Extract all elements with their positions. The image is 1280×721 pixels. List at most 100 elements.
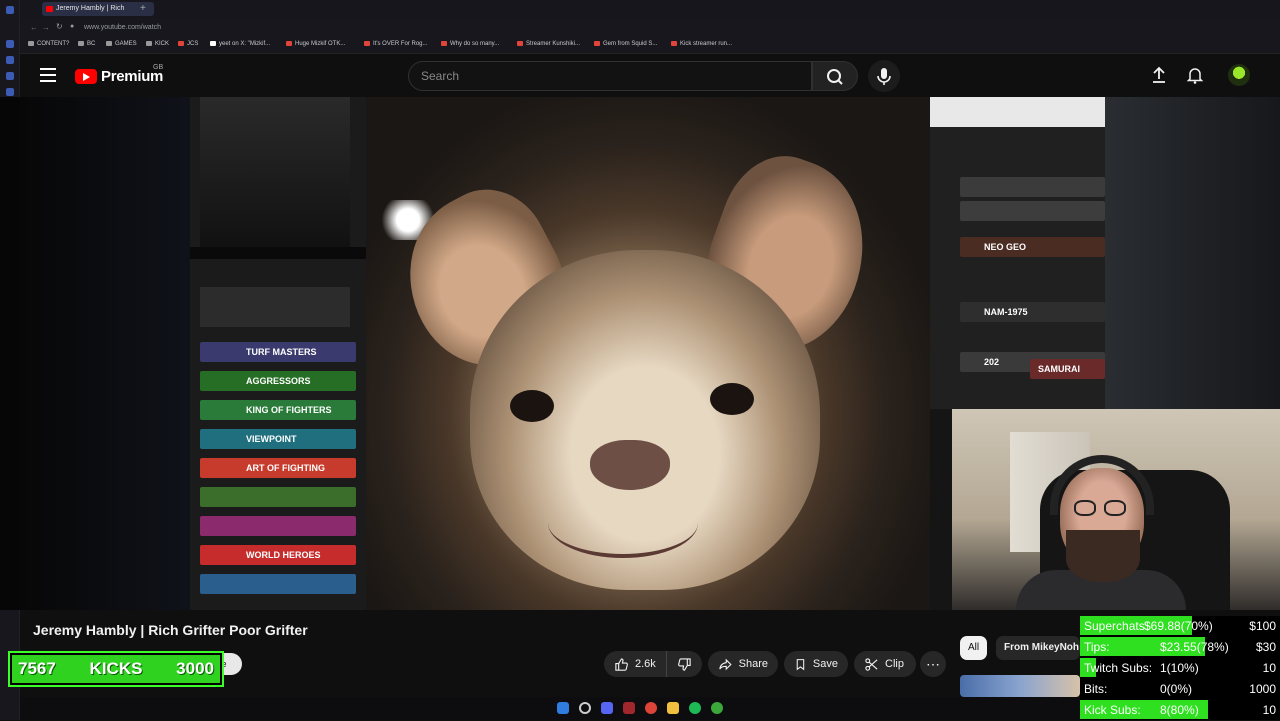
back-icon[interactable]: ← <box>30 23 38 32</box>
dog-eye-right <box>710 383 754 415</box>
sidebar-app-icon[interactable] <box>6 56 14 64</box>
youtube-play-icon <box>75 68 97 84</box>
share-label: Share <box>738 658 768 670</box>
recommended-video-thumbnail[interactable] <box>960 675 1080 697</box>
donation-goal-value: 0(0%) <box>1160 682 1193 696</box>
save-button[interactable]: Save <box>784 651 848 677</box>
donation-goal-row: Bits: 0(0%) 1000 <box>1080 679 1280 700</box>
spotify-icon[interactable] <box>689 702 701 714</box>
glasses-lens <box>1104 500 1126 516</box>
tab-bar <box>20 0 1280 18</box>
bookmark-item[interactable]: CONTENT? <box>28 41 69 47</box>
microphone-icon <box>877 68 891 85</box>
voice-search-button[interactable] <box>868 60 900 92</box>
taskbar <box>20 697 1080 720</box>
youtube-logo[interactable]: Premium GB <box>75 64 163 86</box>
like-button[interactable]: 2.6k <box>604 651 666 677</box>
bookmark-icon <box>796 658 805 670</box>
forward-icon[interactable]: → <box>42 23 50 32</box>
address-bar: ← → ↻ ● <box>20 18 1280 38</box>
new-tab-icon[interactable]: + <box>140 3 146 14</box>
donation-goal-value: 1(10%) <box>1160 661 1199 675</box>
donation-goal-row: Superchats $69.88(70%) $100 <box>1080 616 1280 637</box>
chip-from-channel[interactable]: From MikeyNoh <box>996 636 1080 660</box>
chip-all[interactable]: All <box>960 636 988 660</box>
app-taskbar-icon[interactable] <box>623 702 635 714</box>
browser-taskbar-icon[interactable] <box>645 702 657 714</box>
donation-goal-label: Superchats <box>1084 619 1145 633</box>
video-frame-shelf-right: NEO GEO NAM-1975 202 SAMURAI <box>930 97 1105 409</box>
url-field[interactable]: www.youtube.com/watch <box>84 24 161 31</box>
browser-logo-icon[interactable] <box>6 6 14 14</box>
kicks-goal: 3000 <box>176 659 214 678</box>
hamburger-menu-icon[interactable] <box>40 68 56 82</box>
account-avatar[interactable] <box>1228 64 1250 86</box>
dog-eye-left <box>510 390 554 422</box>
upload-icon[interactable] <box>1150 66 1168 89</box>
bookmark-item[interactable]: Kick streamer run... <box>671 41 732 47</box>
search-taskbar-icon[interactable] <box>579 702 591 714</box>
clip-button[interactable]: Clip <box>854 651 916 677</box>
streamer-beard <box>1066 530 1140 582</box>
notifications-bell-icon[interactable] <box>1186 66 1204 89</box>
donation-goal-row: Kick Subs: 8(80%) 10 <box>1080 700 1280 721</box>
search-icon <box>827 69 843 85</box>
sidebar-app-icon[interactable] <box>6 72 14 80</box>
game-box <box>200 487 356 507</box>
donation-goal-value: $69.88(70%) <box>1144 619 1213 633</box>
clip-label: Clip <box>885 658 904 670</box>
share-button[interactable]: Share <box>708 651 778 677</box>
game-box: NEO GEO <box>960 237 1105 257</box>
scissors-icon <box>865 657 878 671</box>
youtube-favicon-icon <box>46 6 53 12</box>
reload-icon[interactable]: ↻ <box>56 22 63 31</box>
donation-goal-row: Twitch Subs: 1(10%) 10 <box>1080 658 1280 679</box>
bookmark-item[interactable]: Huge Mizkif OTK... <box>286 41 345 47</box>
game-box: VIEWPOINT <box>200 429 356 449</box>
kicks-goal-bar: 7567 KICKS 3000 <box>12 655 220 683</box>
game-box <box>200 516 356 536</box>
thumbs-down-icon <box>678 657 691 671</box>
bookmark-item[interactable]: GAMES <box>106 41 137 47</box>
donation-goal-label: Tips: <box>1084 640 1110 654</box>
kicks-current: 7567 <box>18 659 56 678</box>
bookmark-item[interactable]: Streamer Kunshiki... <box>517 41 580 47</box>
dislike-button[interactable] <box>666 651 702 677</box>
video-frame-shelf-lower <box>930 409 952 610</box>
bookmark-item[interactable]: JCS <box>178 41 198 47</box>
xbox-icon[interactable] <box>711 702 723 714</box>
windows-start-icon[interactable] <box>557 702 569 714</box>
tab-title: Jeremy Hambly | Rich <box>56 5 125 12</box>
more-horizontal-icon: ⋯ <box>926 655 940 672</box>
glasses-lens <box>1074 500 1096 516</box>
more-actions-button[interactable]: ⋯ <box>920 651 946 677</box>
share-icon <box>719 658 732 670</box>
bookmark-item[interactable]: KICK <box>146 41 169 47</box>
search-input[interactable]: Search <box>408 61 812 91</box>
video-backdrop-right <box>1105 97 1280 409</box>
donation-goal-target: 10 <box>1262 703 1276 717</box>
dog-smile <box>548 488 698 558</box>
donation-goal-target: $30 <box>1255 640 1276 654</box>
game-box: AGGRESSORS <box>200 371 356 391</box>
file-explorer-icon[interactable] <box>667 702 679 714</box>
bookmark-item[interactable]: Why do so many... <box>441 41 499 47</box>
bookmark-item[interactable]: Gem from Squid S... <box>594 41 657 47</box>
game-box: TURF MASTERS <box>200 342 356 362</box>
game-box: KING OF FIGHTERS <box>200 400 356 420</box>
game-box: ART OF FIGHTING <box>200 458 356 478</box>
sidebar-app-icon[interactable] <box>6 40 14 48</box>
bookmark-item[interactable]: It's OVER For Rog... <box>364 41 428 47</box>
sidebar-app-icon[interactable] <box>6 88 14 96</box>
game-box: SAMURAI <box>1030 359 1105 379</box>
bookmark-item[interactable]: BC <box>78 41 95 47</box>
search-button[interactable] <box>812 61 858 91</box>
game-box <box>960 177 1105 197</box>
donation-goal-value: 8(80%) <box>1160 703 1199 717</box>
discord-taskbar-icon[interactable] <box>601 702 613 714</box>
browser-tab[interactable]: Jeremy Hambly | Rich <box>42 2 154 16</box>
donation-goal-target: 1000 <box>1249 682 1276 696</box>
lock-icon: ● <box>70 23 75 30</box>
bookmark-item[interactable]: yeet on X: "Mizkif... <box>210 41 270 47</box>
donation-goal-label: Bits: <box>1084 682 1108 696</box>
